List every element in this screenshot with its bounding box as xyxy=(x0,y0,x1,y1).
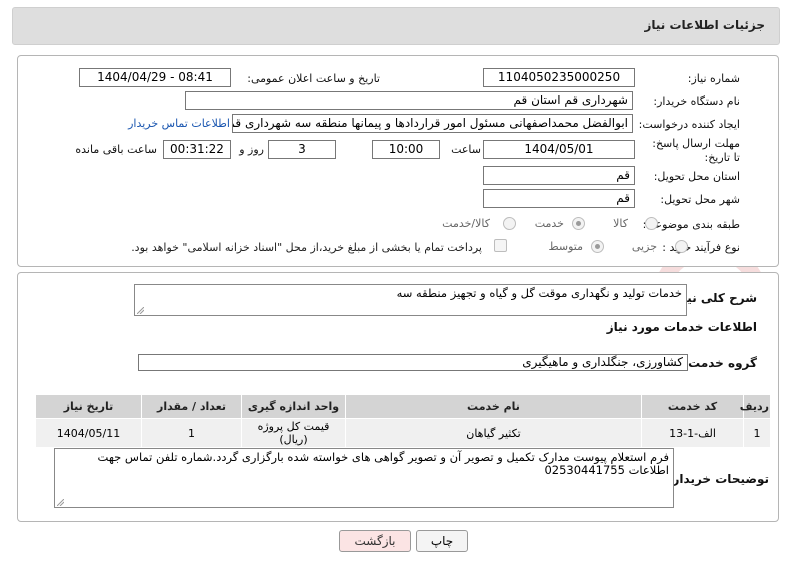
resize-grip-icon[interactable] xyxy=(57,499,64,506)
process-option-minor: جزیی xyxy=(631,240,657,253)
print-button[interactable]: چاپ xyxy=(416,530,468,552)
resize-grip-icon[interactable] xyxy=(137,307,144,314)
days-field: 3 xyxy=(268,140,336,159)
buyer-notes-label: توضیحات خریدار: xyxy=(667,472,769,486)
process-label: نوع فرآیند خرید : xyxy=(662,241,740,254)
need-number-label: شماره نیاز: xyxy=(687,72,740,85)
category-option-service: خدمت xyxy=(534,217,564,230)
category-option-goods: کالا xyxy=(613,217,628,230)
announce-label: تاریخ و ساعت اعلان عمومی: xyxy=(247,72,380,85)
summary-text: خدمات تولید و نگهداری موقت گل و گیاه و ت… xyxy=(396,286,682,300)
treasury-payment-note: پرداخت تمام یا بخشی از مبلغ خرید،از محل … xyxy=(131,241,482,254)
cell-row-number: 1 xyxy=(743,418,771,448)
summary-textarea: خدمات تولید و نگهداری موقت گل و گیاه و ت… xyxy=(134,284,687,316)
days-label: روز و xyxy=(239,143,264,156)
province-label: استان محل تحویل: xyxy=(653,170,740,183)
cell-service-code: الف-1-13 xyxy=(641,418,744,448)
cell-unit: قیمت کل پروژه (ریال) xyxy=(241,418,346,448)
page-header: جزئیات اطلاعات نیاز xyxy=(12,7,780,45)
services-table: ردیف کد خدمت نام خدمت واحد اندازه گیری ت… xyxy=(35,394,771,448)
cell-need-date: 1404/05/11 xyxy=(35,418,142,448)
service-group-field: کشاورزی، جنگلداری و ماهیگیری xyxy=(138,354,688,371)
services-heading: اطلاعات خدمات مورد نیاز xyxy=(606,320,757,334)
remaining-time-label: ساعت باقی مانده xyxy=(75,143,157,156)
city-field: قم xyxy=(483,189,635,208)
deadline-time-field: 10:00 xyxy=(372,140,440,159)
col-header-row-number: ردیف xyxy=(740,394,771,419)
deadline-time-label: ساعت xyxy=(451,143,481,156)
col-header-service-name: نام خدمت xyxy=(345,394,642,419)
remaining-time-field: 00:31:22 xyxy=(163,140,231,159)
buyer-org-field: شهرداری قم استان قم xyxy=(185,91,633,110)
category-radio-service[interactable] xyxy=(572,217,585,230)
creator-field: ابوالفضل محمداصفهانی مسئول امور قرارداده… xyxy=(232,114,633,133)
col-header-service-code: کد خدمت xyxy=(641,394,744,419)
col-header-need-date: تاریخ نیاز xyxy=(35,394,142,419)
process-radio-medium[interactable] xyxy=(591,240,604,253)
city-label: شهر محل تحویل: xyxy=(660,193,740,206)
announce-datetime-field: 1404/04/29 - 08:41 xyxy=(79,68,231,87)
category-radio-goods[interactable] xyxy=(645,217,658,230)
back-button[interactable]: بازگشت xyxy=(339,530,411,552)
buyer-contact-link[interactable]: اطلاعات تماس خریدار xyxy=(128,117,230,130)
need-number-field: 1104050235000250 xyxy=(483,68,635,87)
col-header-unit: واحد اندازه گیری xyxy=(241,394,346,419)
cell-service-name: تکثیر گیاهان xyxy=(345,418,642,448)
category-option-goods-service: کالا/خدمت xyxy=(442,217,490,230)
province-field: قم xyxy=(483,166,635,185)
table-row: 1 الف-1-13 تکثیر گیاهان قیمت کل پروژه (ر… xyxy=(35,418,771,448)
process-radio-minor[interactable] xyxy=(675,240,688,253)
deadline-label: مهلت ارسال پاسخ: تا تاریخ: xyxy=(652,137,740,164)
treasury-payment-checkbox[interactable] xyxy=(494,239,507,252)
page-title: جزئیات اطلاعات نیاز xyxy=(644,18,765,32)
buyer-notes-text: فرم استعلام پیوست مدارک تکمیل و تصویر آن… xyxy=(97,450,669,477)
cell-quantity: 1 xyxy=(141,418,242,448)
creator-label: ایجاد کننده درخواست: xyxy=(638,118,740,131)
table-header-row: ردیف کد خدمت نام خدمت واحد اندازه گیری ت… xyxy=(35,394,771,419)
service-group-label: گروه خدمت: xyxy=(683,356,757,370)
deadline-date-field: 1404/05/01 xyxy=(483,140,635,159)
category-radio-goods-service[interactable] xyxy=(503,217,516,230)
buyer-notes-textarea: فرم استعلام پیوست مدارک تکمیل و تصویر آن… xyxy=(54,448,674,508)
process-option-medium: متوسط xyxy=(548,240,583,253)
col-header-quantity: تعداد / مقدار xyxy=(141,394,242,419)
buyer-org-label: نام دستگاه خریدار: xyxy=(653,95,740,108)
